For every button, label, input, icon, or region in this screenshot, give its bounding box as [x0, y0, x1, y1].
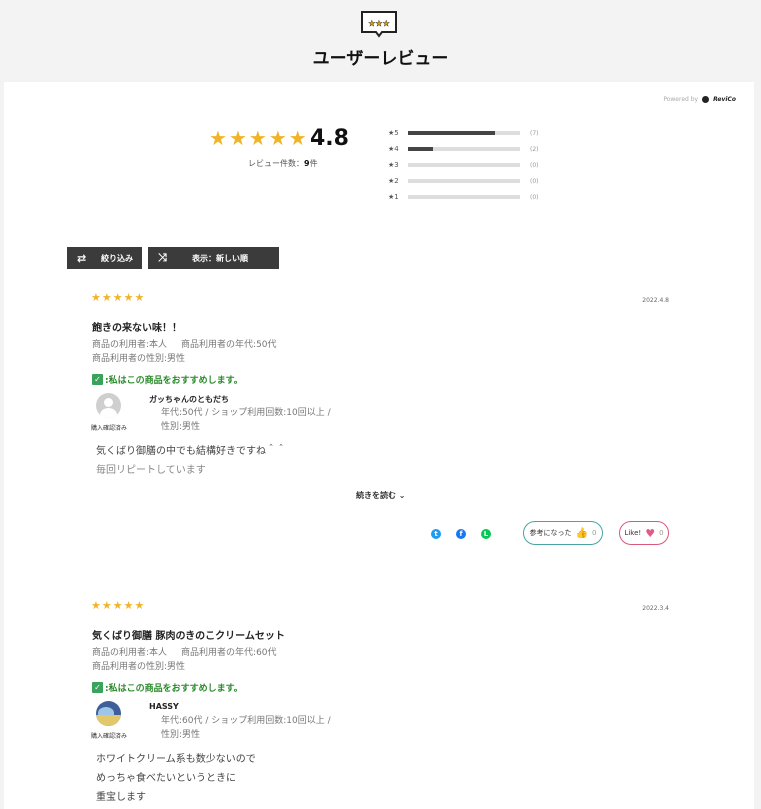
distribution-label: ★5	[388, 129, 399, 137]
brand-name: ReviCo	[713, 96, 736, 103]
share-buttons: t f L	[431, 529, 491, 539]
star-icon: ★	[209, 126, 227, 150]
distribution-fill	[408, 131, 496, 135]
review-date: 2022.3.4	[642, 605, 669, 612]
distribution-label: ★1	[388, 193, 399, 201]
like-button[interactable]: Like! ♥ 0	[619, 521, 669, 545]
recommend-note: ✓ :私はこの商品をおすすめします。	[92, 373, 243, 386]
distribution-bar	[408, 179, 520, 183]
distribution-row[interactable]: ★2 (0)	[388, 173, 539, 189]
check-icon: ✓	[92, 682, 103, 693]
helpful-button[interactable]: 参考になった 👍 0	[523, 521, 603, 545]
review-meta: 商品の利用者:本人 商品利用者の年代:60代 商品利用者の性別:男性	[92, 648, 277, 672]
speech-bubble-stars-icon: ★★★	[361, 11, 397, 38]
summary-stars: ★ ★ ★ ★ ★	[209, 128, 307, 148]
heart-icon: ♥	[645, 526, 656, 540]
star-icon: ★	[288, 126, 307, 150]
review-body: 気くばり御膳の中でも結構好きですね＾＾ 毎回リピートしています	[96, 446, 286, 476]
distribution-label: ★2	[388, 177, 399, 185]
star-icon: ★	[91, 599, 101, 612]
distribution-row[interactable]: ★5 (7)	[388, 125, 539, 141]
filter-icon: ⇄	[77, 251, 87, 265]
review-date: 2022.4.8	[642, 297, 669, 304]
distribution-row[interactable]: ★4 (2)	[388, 141, 539, 157]
distribution-fill	[408, 147, 433, 151]
distribution-count: (0)	[530, 161, 539, 169]
review-count: レビュー件数：9件	[248, 159, 318, 168]
avatar	[96, 701, 121, 726]
star-icon: ★	[268, 126, 287, 150]
star-icon: ★	[123, 599, 134, 612]
reviewer-name: ガッちゃんのともだち	[149, 395, 229, 404]
reviewer-meta: 年代:60代 / ショップ利用回数:10回以上 / 性別:男性	[161, 716, 331, 740]
distribution-bar	[408, 131, 520, 135]
review-item: ★ ★ ★ ★ ★ 2022.4.8 飽きの来ない味！！ 商品の利用者:本人 商品…	[91, 292, 669, 552]
brand-logo-icon	[702, 96, 710, 103]
distribution-row[interactable]: ★1 (0)	[388, 189, 539, 205]
star-icon: ★	[101, 599, 112, 612]
distribution-label: ★3	[388, 161, 399, 169]
svg-text:★★★: ★★★	[368, 19, 390, 28]
thumbs-up-icon: 👍	[575, 527, 588, 539]
review-stars: ★ ★ ★ ★ ★	[91, 292, 669, 303]
twitter-icon[interactable]: t	[431, 529, 441, 539]
star-icon: ★	[134, 291, 145, 304]
distribution-bar	[408, 195, 520, 199]
shuffle-icon: ⤨	[158, 251, 167, 264]
star-icon: ★	[248, 126, 267, 150]
avatar	[96, 393, 121, 418]
review-title: 気くばり御膳 豚肉のきのこクリームセット	[92, 631, 285, 642]
star-icon: ★	[228, 126, 247, 150]
reviewer-name: HASSY	[149, 702, 179, 711]
distribution-count: (0)	[530, 177, 539, 185]
star-icon: ★	[101, 291, 112, 304]
rating-distribution: ★5 (7) ★4 (2) ★3 (0) ★2 (0) ★1 (0)	[388, 125, 539, 205]
line-icon[interactable]: L	[481, 529, 491, 539]
review-panel: Powered by ReviCo ★ ★ ★ ★ ★ 4.8 レビュー件数：9…	[4, 82, 754, 809]
reviewer-meta: 年代:50代 / ショップ利用回数:10回以上 / 性別:男性	[161, 408, 331, 432]
review-item: ★ ★ ★ ★ ★ 2022.3.4 気くばり御膳 豚肉のきのこクリームセット …	[91, 600, 669, 809]
star-icon: ★	[112, 291, 123, 304]
facebook-icon[interactable]: f	[456, 529, 466, 539]
review-stars: ★ ★ ★ ★ ★	[91, 600, 669, 611]
verified-badge: 購入確認済み	[91, 425, 128, 432]
filter-button[interactable]: ⇄ 絞り込み	[67, 247, 142, 269]
average-score: 4.8	[310, 126, 349, 151]
star-icon: ★	[91, 291, 101, 304]
review-meta: 商品の利用者:本人 商品利用者の年代:50代 商品利用者の性別:男性	[92, 340, 277, 364]
powered-by[interactable]: Powered by ReviCo	[663, 96, 736, 103]
review-title: 飽きの来ない味！！	[92, 323, 182, 334]
sort-button[interactable]: ⤨ 表示：新しい順	[148, 247, 279, 269]
distribution-bar	[408, 147, 520, 151]
distribution-label: ★4	[388, 145, 399, 153]
verified-badge: 購入確認済み	[91, 733, 128, 740]
page-title: ユーザーレビュー	[312, 49, 449, 69]
star-icon: ★	[112, 599, 123, 612]
distribution-count: (0)	[530, 193, 539, 201]
distribution-row[interactable]: ★3 (0)	[388, 157, 539, 173]
distribution-count: (7)	[530, 129, 539, 137]
read-more-link[interactable]: 続きを読む ⌄	[356, 490, 406, 501]
star-icon: ★	[134, 599, 145, 612]
review-body: ホワイトクリーム系も数少ないので めっちゃ食べたいというときに 重宝します	[96, 754, 256, 803]
distribution-bar	[408, 163, 520, 167]
star-icon: ★	[123, 291, 134, 304]
recommend-note: ✓ :私はこの商品をおすすめします。	[92, 681, 243, 694]
check-icon: ✓	[92, 374, 103, 385]
distribution-count: (2)	[530, 145, 539, 153]
